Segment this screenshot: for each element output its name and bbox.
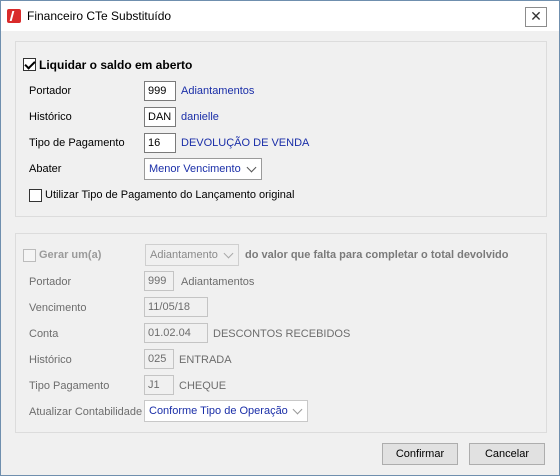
gerar-select[interactable]: Adiantamento (145, 244, 239, 266)
dialog-window: Financeiro CTe Substituído ✕ Liquidar o … (0, 0, 560, 476)
title-bar: Financeiro CTe Substituído ✕ (1, 1, 559, 31)
abater-value: Menor Vencimento (149, 163, 241, 175)
utilizar-checkbox[interactable] (29, 189, 42, 202)
historico-label: Histórico (29, 111, 72, 123)
portador-code-input[interactable]: 999 (144, 81, 176, 101)
historico-code-input[interactable]: DAN (144, 107, 176, 127)
tipo-pagamento2-desc: CHEQUE (179, 380, 227, 392)
app-icon (7, 9, 21, 23)
portador2-code-input[interactable]: 999 (144, 271, 174, 291)
close-button[interactable]: ✕ (525, 7, 547, 27)
gerar-suffix: do valor que falta para completar o tota… (245, 249, 509, 261)
cancel-button[interactable]: Cancelar (469, 443, 545, 465)
tipo-pagamento-code-input[interactable]: 16 (144, 133, 176, 153)
historico2-desc: ENTRADA (179, 354, 232, 366)
liquidar-label: Liquidar o saldo em aberto (39, 58, 193, 72)
gerar-checkbox[interactable] (23, 249, 36, 262)
portador2-desc: Adiantamentos (181, 276, 255, 288)
portador2-label: Portador (29, 276, 72, 288)
tipo-pagamento2-code-input[interactable]: J1 (144, 375, 174, 395)
liquidar-checkbox[interactable] (23, 58, 36, 71)
conta-label: Conta (29, 328, 59, 340)
conta-code-input[interactable]: 01.02.04 (144, 323, 208, 343)
gerar-select-value: Adiantamento (150, 249, 218, 261)
chevron-down-icon (246, 162, 257, 173)
vencimento-label: Vencimento (29, 302, 87, 314)
vencimento-input[interactable]: 11/05/18 (144, 297, 208, 317)
historico2-label: Histórico (29, 354, 72, 366)
portador-desc: Adiantamentos (181, 85, 255, 97)
historico-desc: danielle (181, 111, 219, 123)
portador-label: Portador (29, 85, 72, 97)
confirm-button[interactable]: Confirmar (382, 443, 458, 465)
gerar-label: Gerar um(a) (39, 249, 102, 261)
utilizar-label: Utilizar Tipo de Pagamento do Lançamento… (45, 189, 295, 201)
tipo-pagamento2-label: Tipo Pagamento (29, 380, 110, 392)
abater-label: Abater (29, 163, 62, 175)
window-title: Financeiro CTe Substituído (27, 9, 172, 23)
abater-select[interactable]: Menor Vencimento (144, 158, 262, 180)
historico2-code-input[interactable]: 025 (144, 349, 174, 369)
tipo-pagamento-label: Tipo de Pagamento (29, 137, 125, 149)
atualizar-value: Conforme Tipo de Operação (149, 405, 288, 417)
atualizar-select[interactable]: Conforme Tipo de Operação (144, 400, 308, 422)
atualizar-label: Atualizar Contabilidade (29, 406, 143, 418)
conta-desc: DESCONTOS RECEBIDOS (213, 328, 351, 340)
chevron-down-icon (223, 248, 234, 259)
chevron-down-icon (292, 404, 303, 415)
tipo-pagamento-desc: DEVOLUÇÃO DE VENDA (181, 137, 310, 149)
